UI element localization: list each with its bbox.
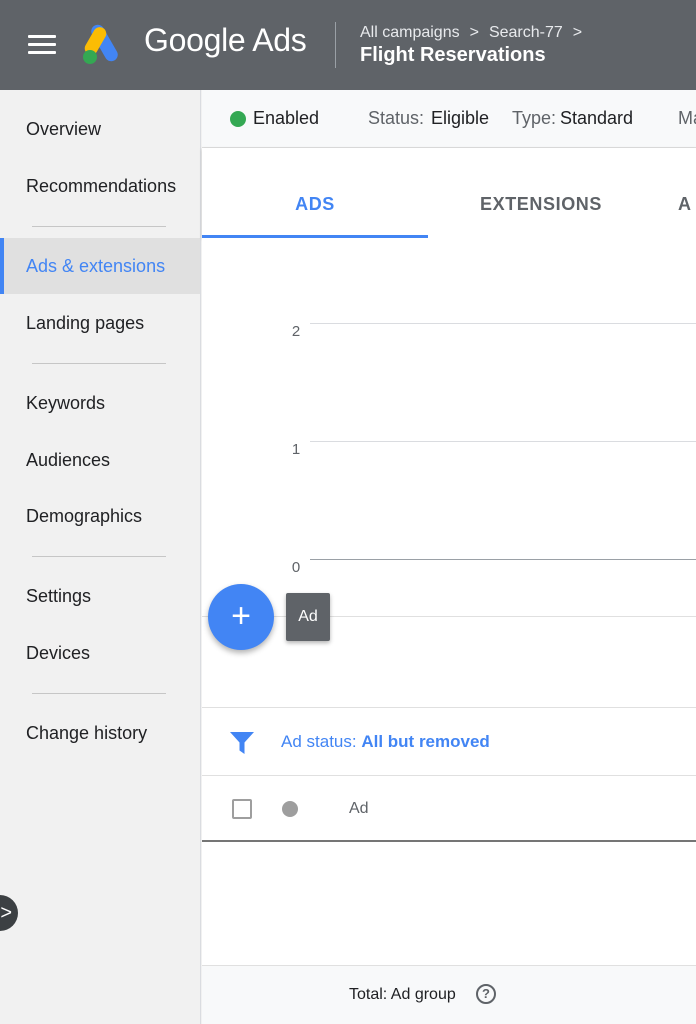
sidebar-item-landing-pages[interactable]: Landing pages	[0, 295, 200, 351]
filter-chip[interactable]: Ad status: All but removed	[281, 732, 490, 752]
tab-ads[interactable]: ADS	[202, 148, 428, 238]
filter-icon	[230, 732, 254, 754]
sidebar-divider	[32, 556, 166, 557]
x-axis-line	[310, 559, 696, 560]
chevron-right-icon: >	[572, 24, 583, 41]
truncated-status-field: Ma	[678, 108, 696, 128]
sidebar-nav: Overview Recommendations Ads & extension…	[0, 90, 201, 1024]
grid-line	[310, 441, 696, 442]
status-column-icon	[282, 801, 298, 817]
chevron-right-icon: >	[469, 24, 479, 41]
sidebar-item-recommendations[interactable]: Recommendations	[0, 158, 200, 214]
add-ad-tooltip: Ad	[286, 593, 330, 641]
sidebar-item-audiences[interactable]: Audiences	[0, 432, 200, 488]
column-header-ad[interactable]: Ad	[349, 800, 369, 818]
grid-line	[310, 323, 696, 324]
tab-truncated[interactable]: A	[678, 148, 696, 238]
top-app-bar: Google Ads All campaigns > Search-77 > Flig…	[0, 0, 696, 90]
sidebar-item-keywords[interactable]: Keywords	[0, 375, 200, 431]
tab-extensions[interactable]: EXTENSIONS	[428, 148, 654, 238]
sidebar-item-ads-extensions[interactable]: Ads & extensions	[0, 238, 200, 294]
enabled-status-icon	[230, 111, 246, 127]
status-label: Status:	[368, 108, 425, 128]
help-icon[interactable]: ?	[476, 984, 496, 1004]
type-label: Type:	[512, 108, 557, 128]
select-all-checkbox[interactable]	[232, 799, 252, 819]
filter-bar[interactable]: Ad status: All but removed	[202, 708, 696, 776]
filter-label: Ad status:	[281, 732, 357, 751]
sidebar-item-demographics[interactable]: Demographics	[0, 488, 200, 544]
y-tick-label: 1	[291, 441, 301, 458]
campaign-status-bar: Enabled Status: Eligible Type: Standard …	[202, 90, 696, 148]
sidebar-item-overview[interactable]: Overview	[0, 101, 200, 157]
status-value: Eligible	[431, 108, 490, 128]
sidebar-item-settings[interactable]: Settings	[0, 568, 200, 624]
totals-label: Total: Ad group	[349, 986, 456, 1003]
filter-value: All but removed	[361, 732, 490, 751]
sidebar-divider	[32, 363, 166, 364]
sidebar-item-change-history[interactable]: Change history	[0, 705, 200, 761]
chart-bottom-divider	[202, 616, 696, 617]
google-ads-logo-icon	[83, 24, 118, 64]
totals-row: Total: Ad group ?	[202, 965, 696, 1024]
table-header: Ad	[202, 776, 696, 842]
breadcrumb: All campaigns > Search-77 >	[360, 24, 592, 42]
menu-icon[interactable]	[28, 35, 56, 55]
brand-name: Google Ads	[144, 22, 307, 58]
expand-sidebar-button[interactable]: >	[0, 895, 18, 931]
main-content: Enabled Status: Eligible Type: Standard …	[202, 90, 696, 1024]
sidebar-divider	[32, 693, 166, 694]
type-value: Standard	[560, 108, 634, 128]
enabled-status-dropdown[interactable]: Enabled	[253, 108, 319, 129]
page-title[interactable]: Flight Reservations	[360, 44, 546, 67]
y-tick-label: 2	[291, 323, 301, 340]
add-ad-button[interactable]: +	[208, 584, 274, 650]
sidebar-divider	[32, 226, 166, 227]
performance-chart: 2 1 0	[202, 238, 696, 618]
breadcrumb-campaign[interactable]: Search-77	[489, 24, 563, 41]
header-divider	[335, 22, 336, 68]
sidebar-item-devices[interactable]: Devices	[0, 625, 200, 681]
breadcrumb-all-campaigns[interactable]: All campaigns	[360, 24, 460, 41]
y-tick-label: 0	[291, 559, 301, 576]
tab-bar: ADS EXTENSIONS A	[202, 148, 696, 238]
